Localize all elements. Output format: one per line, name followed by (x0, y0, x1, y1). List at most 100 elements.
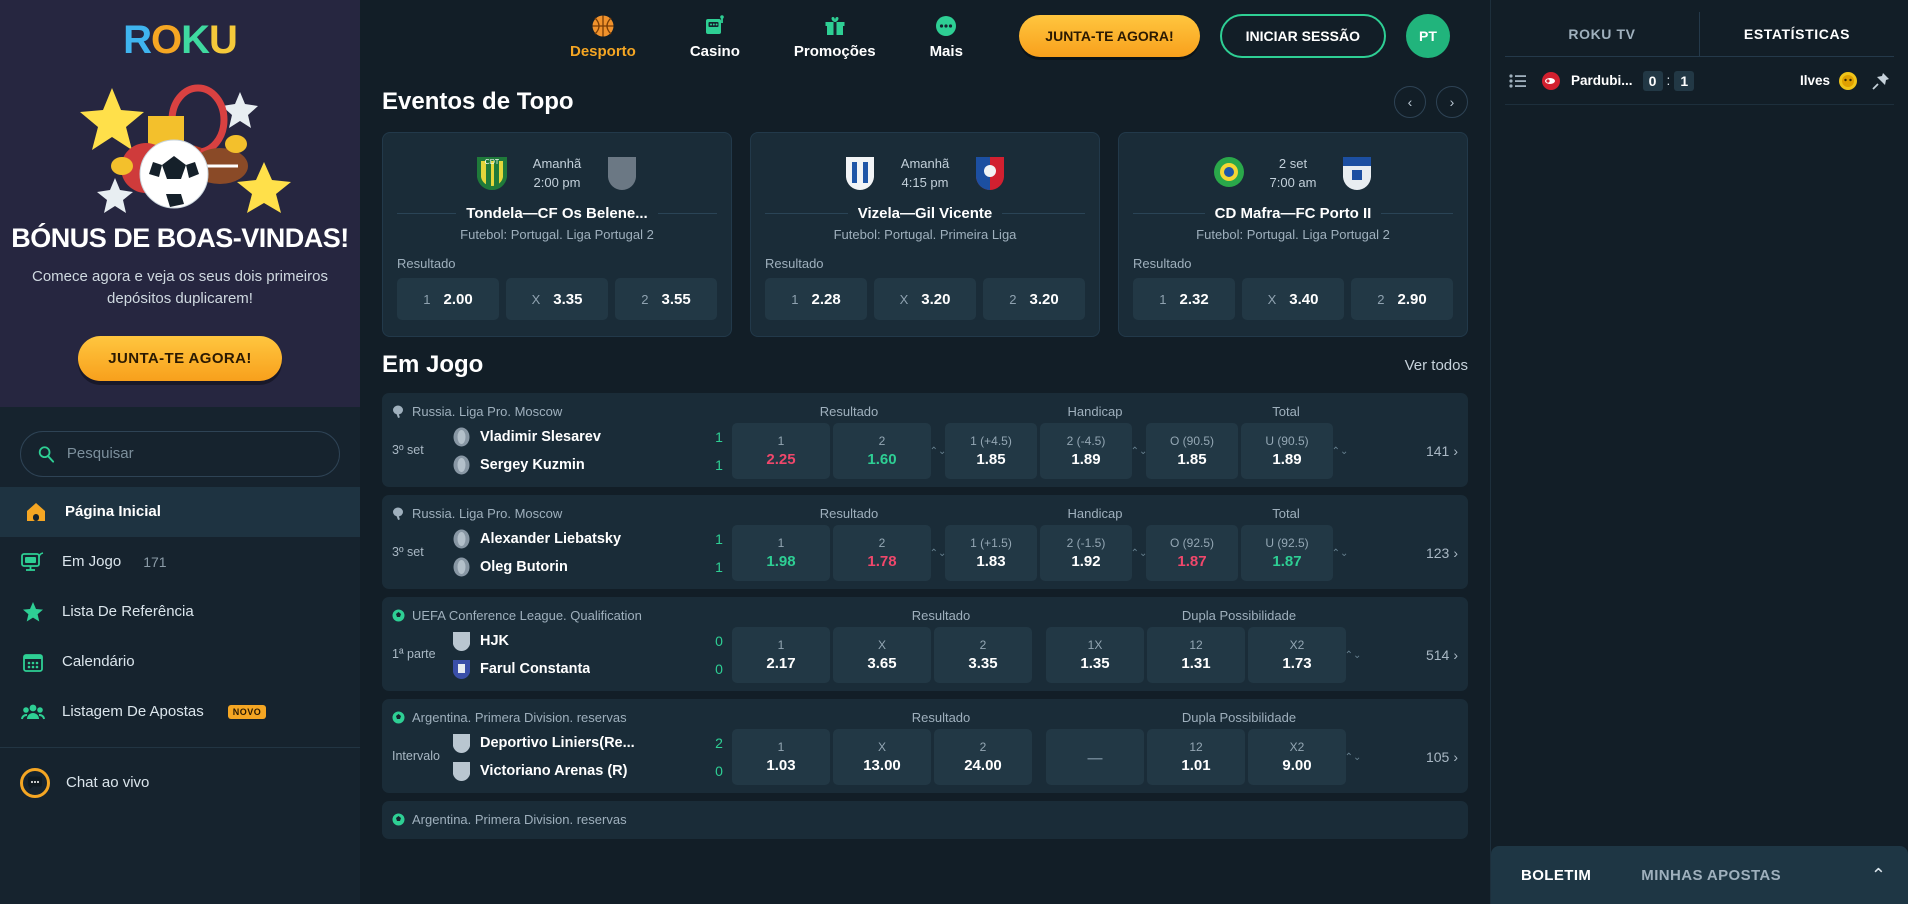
sidebar-nav: Página Inicial Em Jogo 171 Lista De Refe… (0, 407, 360, 904)
live-match-row: Russia. Liga Pro. Moscow Resultado Handi… (382, 393, 1468, 487)
join-now-button[interactable]: JUNTA-TE AGORA! (1019, 15, 1200, 57)
odd-button[interactable]: 1 2.28 (765, 278, 867, 320)
tab-desporto[interactable]: Desporto (570, 13, 636, 60)
odd-value: 1.03 (766, 757, 796, 774)
sidebar-item-listagem-de-apostas[interactable]: Listagem De Apostas NOVO (0, 687, 360, 737)
odd-button[interactable]: 12 1.31 (1147, 627, 1245, 683)
market-stepper[interactable]: ⌃⌄ (1345, 752, 1362, 763)
odd-button[interactable]: X2 1.73 (1248, 627, 1346, 683)
more-markets-link[interactable]: 123 › (1416, 545, 1458, 561)
odd-button[interactable]: 1 2.25 (732, 423, 830, 479)
odd-button[interactable]: 2 (-4.5) 1.89 (1040, 423, 1132, 479)
sidebar-item-em-jogo[interactable]: Em Jogo 171 (0, 537, 360, 587)
odd-button[interactable]: 2 1.60 (833, 423, 931, 479)
odd-button[interactable]: X 3.40 (1242, 278, 1344, 320)
event-card[interactable]: 2 set 7:00 am CD Mafra—FC Porto II Futeb… (1118, 132, 1468, 337)
odd-key: X (531, 291, 541, 307)
featured-match-row[interactable]: Pardubi... 0 : 1 Ilves (1505, 57, 1894, 105)
odd-value: 1.89 (1071, 451, 1101, 468)
odd-button[interactable]: 1X 1.35 (1046, 627, 1144, 683)
odd-button[interactable]: 2 1.78 (833, 525, 931, 581)
odd-key: X (1267, 291, 1277, 307)
odd-button[interactable]: 1 1.98 (732, 525, 830, 581)
odd-button[interactable]: 1 (+1.5) 1.83 (945, 525, 1037, 581)
total-stepper[interactable]: ⌃⌄ (1131, 548, 1148, 559)
more-markets-link[interactable]: 105 › (1416, 749, 1458, 765)
sidebar-item-chat-ao-vivo[interactable]: Chat ao vivo (0, 758, 360, 808)
handicap-stepper[interactable]: ⌃⌄ (930, 446, 947, 457)
odd-button[interactable]: 1 2.32 (1133, 278, 1235, 320)
tab-minhas-apostas[interactable]: MINHAS APOSTAS (1633, 867, 1789, 884)
live-league[interactable]: Russia. Liga Pro. Moscow (392, 506, 562, 521)
brand-logo[interactable]: ROKU (0, 10, 360, 70)
pin-icon[interactable] (1868, 72, 1894, 90)
market-stepper[interactable]: ⌃⌄ (1332, 446, 1349, 457)
odd-button[interactable]: O (92.5) 1.87 (1146, 525, 1238, 581)
odd-button-disabled: — (1046, 729, 1144, 785)
event-odds-row: 1 2.28 X 3.20 2 3.20 (765, 278, 1085, 320)
event-market-label: Resultado (397, 256, 456, 271)
sidebar-item-calendario[interactable]: Calendário (0, 637, 360, 687)
handicap-stepper[interactable]: ⌃⌄ (930, 548, 947, 559)
tab-roku-tv[interactable]: ROKU TV (1505, 12, 1699, 56)
odd-button[interactable]: U (90.5) 1.89 (1241, 423, 1333, 479)
see-all-link[interactable]: Ver todos (1405, 357, 1468, 374)
odd-button[interactable]: X 3.20 (874, 278, 976, 320)
market-group-total: O (90.5) 1.85 U (90.5) 1.89 (1146, 423, 1333, 479)
tab-estatisticas[interactable]: ESTATÍSTICAS (1699, 12, 1894, 56)
live-league[interactable]: UEFA Conference League. Qualification (392, 608, 642, 623)
home-team-name: Vladimir Slesarev (480, 429, 601, 445)
odd-value: 2.25 (766, 451, 796, 468)
search-input[interactable] (66, 445, 323, 463)
tab-promocoes[interactable]: Promoções (794, 13, 876, 60)
tab-casino[interactable]: Casino (690, 13, 740, 60)
more-markets-link[interactable]: 141 › (1416, 443, 1458, 459)
odd-button[interactable]: X 3.35 (506, 278, 608, 320)
live-row-header: Argentina. Primera Division. reservas Re… (392, 705, 1458, 729)
total-stepper[interactable]: ⌃⌄ (1131, 446, 1148, 457)
odd-button[interactable]: 2 3.20 (983, 278, 1085, 320)
odd-button[interactable]: O (90.5) 1.85 (1146, 423, 1238, 479)
login-button[interactable]: INICIAR SESSÃO (1219, 14, 1386, 58)
svg-text:CDT: CDT (485, 159, 500, 166)
odd-button[interactable]: 2 24.00 (934, 729, 1032, 785)
live-league[interactable]: Argentina. Primera Division. reservas (392, 710, 627, 725)
odd-button[interactable]: 2 2.90 (1351, 278, 1453, 320)
odd-button[interactable]: 12 1.01 (1147, 729, 1245, 785)
event-datetime: 2 set 7:00 am (1270, 154, 1317, 193)
chevron-up-icon[interactable]: ⌃ (1871, 865, 1886, 886)
event-time: 7:00 am (1269, 175, 1317, 190)
more-markets-link[interactable]: 514 › (1416, 647, 1458, 663)
odd-button[interactable]: X 13.00 (833, 729, 931, 785)
live-league[interactable]: Russia. Liga Pro. Moscow (392, 404, 562, 419)
home-score: 0 (715, 633, 723, 649)
odd-button[interactable]: 2 3.35 (934, 627, 1032, 683)
sidebar-item-pagina-inicial[interactable]: Página Inicial (0, 486, 360, 537)
sidebar-item-lista-de-referencia[interactable]: Lista De Referência (0, 587, 360, 637)
live-league[interactable]: Argentina. Primera Division. reservas (392, 812, 627, 827)
list-icon[interactable] (1505, 73, 1531, 88)
odd-button[interactable]: U (92.5) 1.87 (1241, 525, 1333, 581)
market-stepper[interactable]: ⌃⌄ (1345, 650, 1362, 661)
odd-button[interactable]: 1 (+4.5) 1.85 (945, 423, 1037, 479)
odd-button[interactable]: 1 2.17 (732, 627, 830, 683)
odd-button[interactable]: X2 9.00 (1248, 729, 1346, 785)
search-box[interactable] (20, 430, 340, 477)
odd-button[interactable]: X 3.65 (833, 627, 931, 683)
language-selector[interactable]: PT (1405, 14, 1450, 58)
odd-button[interactable]: 1 1.03 (732, 729, 830, 785)
live-match-row: UEFA Conference League. Qualification Re… (382, 597, 1468, 691)
tab-mais[interactable]: Mais (930, 13, 963, 60)
promo-join-button[interactable]: JUNTA-TE AGORA! (78, 335, 282, 381)
odd-button[interactable]: 2 (-1.5) 1.92 (1040, 525, 1132, 581)
carousel-next-button[interactable]: › (1436, 86, 1468, 118)
event-card[interactable]: Amanhã 4:15 pm Vizela—Gil Vicente Futebo… (750, 132, 1100, 337)
odd-button[interactable]: 2 3.55 (615, 278, 717, 320)
carousel-prev-button[interactable]: ‹ (1394, 86, 1426, 118)
market-stepper[interactable]: ⌃⌄ (1332, 548, 1349, 559)
event-card[interactable]: CDT Amanhã 2:00 pm Tondela—CF Os Belene.… (382, 132, 732, 337)
match-period: 3º set (392, 443, 424, 458)
odd-button[interactable]: 1 2.00 (397, 278, 499, 320)
tab-boletim[interactable]: BOLETIM (1513, 867, 1599, 884)
gil-vicente-crest (976, 157, 1005, 191)
